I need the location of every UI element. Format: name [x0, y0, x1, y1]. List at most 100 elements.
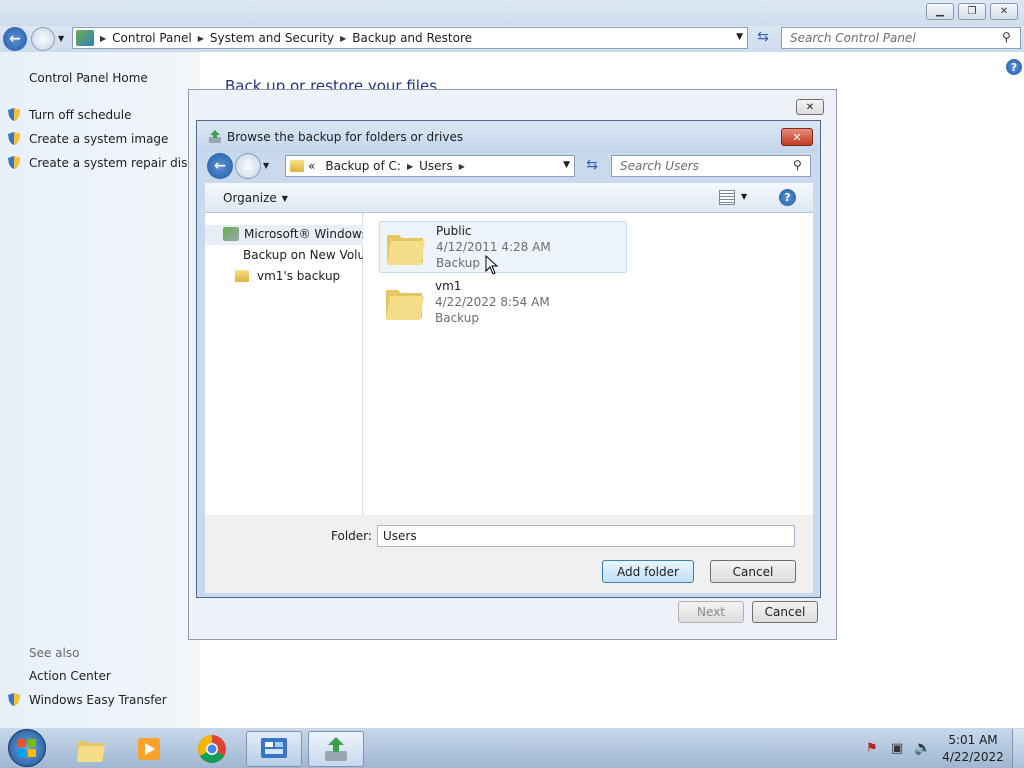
mouse-cursor-icon: [485, 255, 499, 275]
folder-icon: [387, 235, 425, 265]
browse-dialog: Browse the backup for folders or drives …: [196, 120, 821, 598]
recent-pages-dropdown-icon[interactable]: ▼: [58, 34, 64, 43]
shield-icon: [8, 108, 20, 121]
dialog-search-input[interactable]: Search Users: [611, 155, 811, 177]
title-bar: ▁ ❐ ✕: [0, 0, 1024, 26]
left-navigation-pane: Control Panel Home Turn off schedule Cre…: [0, 52, 200, 728]
folder-icon: [386, 290, 424, 320]
shield-icon: [8, 132, 20, 145]
sidebar-item-label: Create a system image: [29, 131, 169, 146]
address-dropdown-icon[interactable]: ▼: [736, 32, 743, 42]
chevron-down-icon: ▼: [281, 193, 288, 203]
see-also-heading: See also: [29, 646, 80, 660]
navigation-tree: Microsoft® Windows Backup on New Volu vm…: [205, 213, 368, 515]
dialog-address-field[interactable]: « Backup of C: ▶ Users ▶ ▼: [285, 155, 575, 177]
taskbar-chrome[interactable]: [184, 731, 240, 767]
folder-label: Folder:: [331, 529, 372, 543]
close-window-button[interactable]: ✕: [990, 3, 1018, 20]
sidebar-item-create-system-image[interactable]: Create a system image: [7, 131, 168, 146]
add-folder-button[interactable]: Add folder: [602, 560, 694, 583]
backup-restore-icon: [325, 737, 347, 761]
tree-item-label: Backup on New Volu: [243, 248, 363, 262]
forward-arrow-icon[interactable]: [31, 27, 55, 51]
minimize-button[interactable]: ▁: [926, 3, 954, 20]
folder-icon: [77, 741, 105, 762]
address-field[interactable]: ▶ Control Panel ▶ System and Security ▶ …: [72, 27, 748, 49]
wizard-close-button[interactable]: ✕: [796, 99, 824, 115]
file-type: Backup: [435, 311, 479, 325]
back-arrow-icon[interactable]: ←: [3, 27, 27, 51]
dialog-close-button[interactable]: ✕: [781, 128, 813, 146]
address-dropdown-icon[interactable]: ▼: [563, 160, 570, 170]
refresh-icon[interactable]: ⇆: [752, 29, 774, 49]
file-date: 4/12/2011 4:28 AM: [436, 240, 551, 254]
dialog-title-bar: Browse the backup for folders or drives …: [197, 121, 820, 153]
list-item[interactable]: vm1 4/22/2022 8:54 AM Backup: [379, 277, 627, 329]
clock-time[interactable]: 5:01 AM: [940, 733, 1006, 747]
sidebar-item-turn-off-schedule[interactable]: Turn off schedule: [7, 107, 131, 122]
taskbar-media-player[interactable]: [121, 731, 177, 767]
control-panel-icon: [261, 738, 287, 758]
breadcrumb-item[interactable]: Users: [413, 159, 459, 173]
chrome-icon: [198, 735, 226, 763]
folder-input[interactable]: Users: [377, 525, 795, 547]
dialog-title: Browse the backup for folders or drives: [227, 130, 464, 144]
media-player-icon: [138, 738, 160, 760]
breadcrumb-item[interactable]: Backup and Restore: [346, 31, 478, 45]
organize-menu[interactable]: Organize ▼: [223, 191, 288, 205]
recent-locations-dropdown-icon[interactable]: ▼: [263, 161, 269, 170]
breadcrumb-item[interactable]: Control Panel: [106, 31, 198, 45]
sidebar-item-create-repair-disc[interactable]: Create a system repair disc: [7, 155, 194, 170]
help-icon[interactable]: ?: [779, 189, 796, 206]
search-icon[interactable]: ⚲: [1002, 30, 1011, 44]
file-name: vm1: [435, 279, 462, 293]
organize-label: Organize: [223, 191, 277, 205]
search-input[interactable]: Search Control Panel: [781, 27, 1021, 49]
breadcrumb-item[interactable]: System and Security: [204, 31, 340, 45]
view-options-icon[interactable]: [719, 190, 735, 205]
tree-item-vm1-backup[interactable]: vm1's backup: [235, 269, 340, 283]
next-button[interactable]: Next: [678, 601, 744, 623]
command-bar: Organize ▼ ▼ ?: [205, 183, 813, 213]
refresh-icon[interactable]: ⇆: [581, 157, 603, 177]
backup-drive-icon: [223, 227, 239, 241]
list-item[interactable]: Public 4/12/2011 4:28 AM Backup: [379, 221, 627, 273]
breadcrumb-item[interactable]: Backup of C:: [319, 159, 407, 173]
taskbar-backup-restore[interactable]: [308, 731, 364, 767]
folder-icon: [235, 270, 249, 282]
folder-icon: [290, 160, 304, 172]
restore-button[interactable]: ❐: [958, 3, 986, 20]
help-icon[interactable]: ?: [1006, 59, 1022, 75]
action-center-flag-icon[interactable]: ⚑: [866, 741, 878, 756]
shield-icon: [8, 693, 20, 706]
breadcrumb-overflow[interactable]: «: [304, 159, 319, 173]
sidebar-item-label: Windows Easy Transfer: [29, 692, 167, 707]
show-desktop-button[interactable]: [1012, 729, 1024, 768]
sidebar-item-easy-transfer[interactable]: Windows Easy Transfer: [7, 692, 167, 707]
tree-item-backup-new-volume[interactable]: Backup on New Volu: [235, 248, 363, 262]
start-button[interactable]: [8, 729, 46, 767]
taskbar-control-panel[interactable]: [246, 731, 302, 767]
volume-icon[interactable]: 🔈: [914, 740, 931, 756]
file-type: Backup: [436, 256, 480, 270]
sidebar-item-label: Turn off schedule: [29, 107, 132, 122]
view-dropdown-icon[interactable]: ▼: [741, 192, 747, 201]
action-center-link[interactable]: Action Center: [29, 669, 111, 683]
control-panel-home-link[interactable]: Control Panel Home: [29, 71, 148, 85]
file-date: 4/22/2022 8:54 AM: [435, 295, 550, 309]
dialog-footer: Folder: Users Add folder Cancel: [205, 515, 813, 593]
breadcrumb-separator-icon[interactable]: ▶: [459, 162, 465, 171]
tree-item-backup-root[interactable]: Microsoft® Windows: [223, 227, 368, 241]
sidebar-item-label: Create a system repair disc: [29, 155, 194, 170]
tree-item-label: vm1's backup: [257, 269, 341, 283]
wizard-cancel-button[interactable]: Cancel: [752, 601, 818, 623]
dialog-cancel-button[interactable]: Cancel: [710, 560, 796, 583]
taskbar-explorer[interactable]: [62, 731, 118, 767]
forward-arrow-icon[interactable]: [235, 153, 261, 179]
search-icon[interactable]: ⚲: [793, 158, 802, 172]
network-icon[interactable]: ▣: [891, 741, 903, 756]
back-arrow-icon[interactable]: ←: [207, 153, 233, 179]
tree-item-label: Microsoft® Windows: [244, 227, 368, 241]
clock-date[interactable]: 4/22/2022: [940, 750, 1006, 764]
file-list: Public 4/12/2011 4:28 AM Backup vm1 4/22…: [363, 213, 813, 515]
